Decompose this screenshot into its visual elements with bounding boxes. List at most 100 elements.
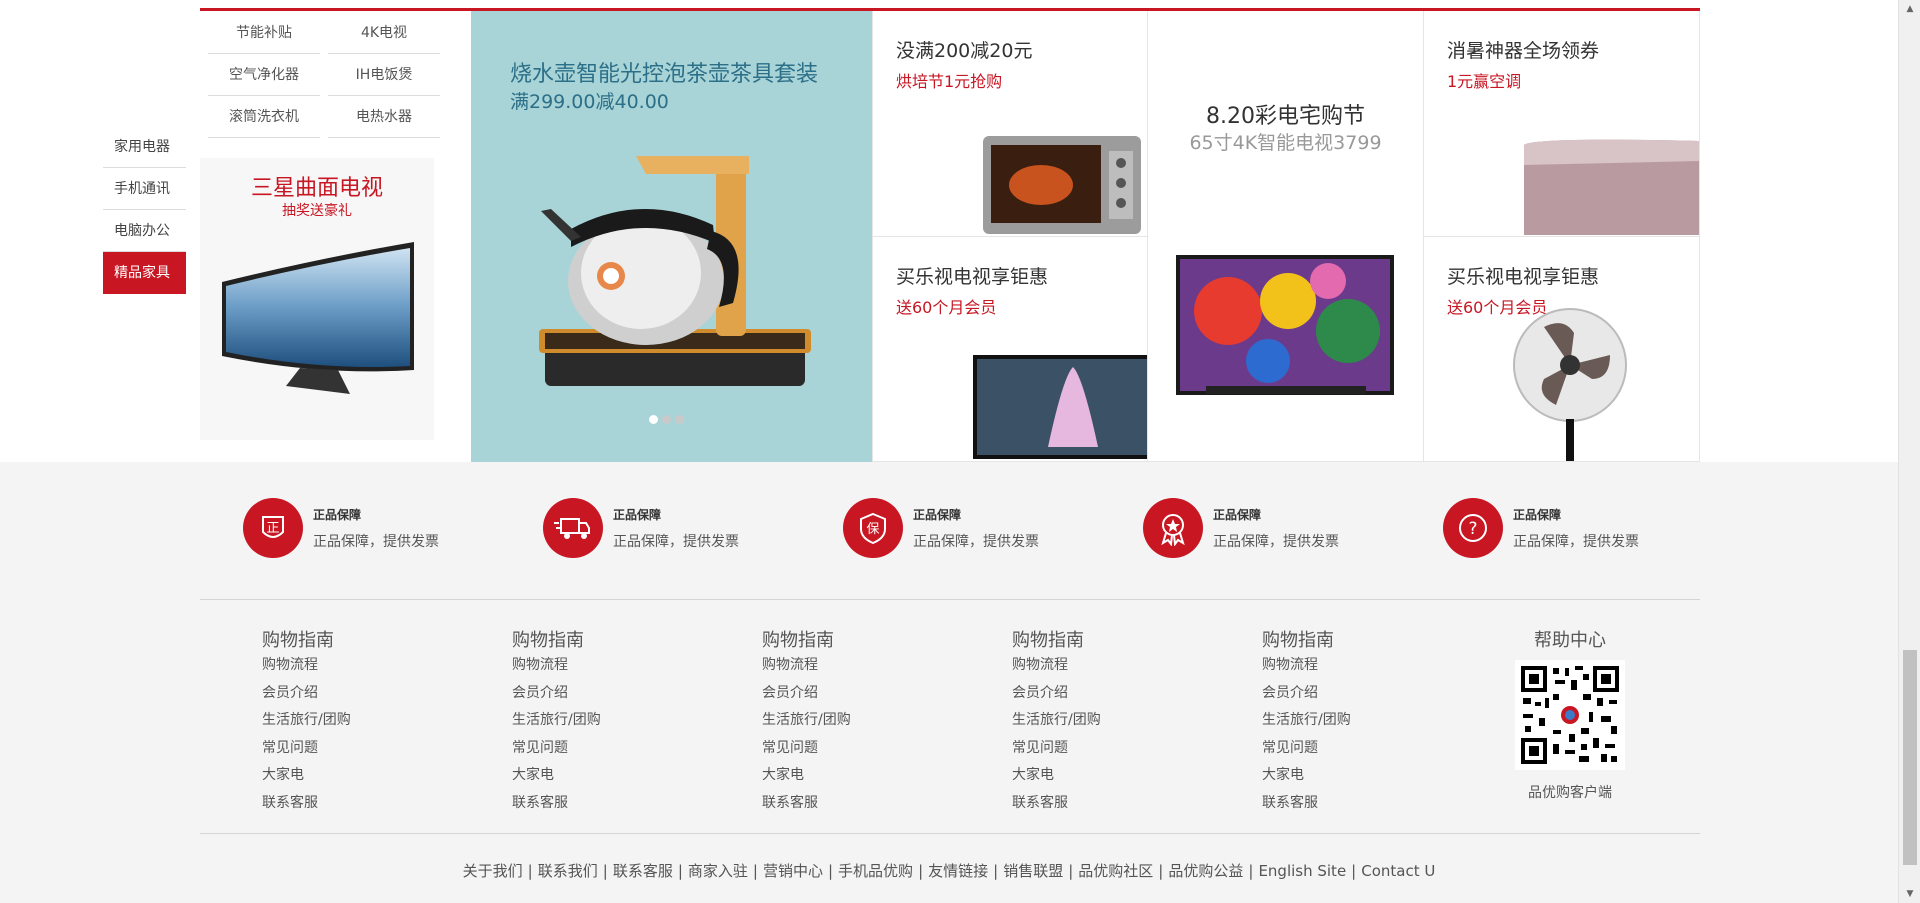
category-link[interactable]: 4K电视 bbox=[328, 12, 440, 54]
bottom-link[interactable]: 品优购公益 bbox=[1168, 862, 1243, 880]
bottom-link[interactable]: 关于我们 bbox=[463, 862, 523, 880]
service-title: 正品保障 bbox=[313, 507, 362, 522]
category-link[interactable]: 电热水器 bbox=[328, 96, 440, 138]
curved-tv-image bbox=[222, 242, 414, 394]
footer-column-title: 购物指南 bbox=[512, 630, 584, 651]
service-desc: 正品保障，提供发票 bbox=[913, 533, 1039, 550]
service-item: 保 正品保障 正品保障，提供发票 bbox=[843, 498, 1039, 558]
help-center-title: 帮助中心 bbox=[1534, 630, 1606, 651]
footer-link[interactable]: 会员介绍 bbox=[512, 680, 712, 708]
bottom-link[interactable]: 品优购社区 bbox=[1078, 862, 1153, 880]
footer-link[interactable]: 购物流程 bbox=[512, 652, 712, 680]
category-link[interactable]: IH电饭煲 bbox=[328, 54, 440, 96]
floor-tabs: 家用电器 手机通讯 电脑办公 精品家具 bbox=[103, 126, 186, 294]
link-separator: | bbox=[1068, 862, 1074, 880]
footer-column-title: 购物指南 bbox=[1012, 630, 1084, 651]
tab-phones[interactable]: 手机通讯 bbox=[103, 168, 186, 210]
service-desc: 正品保障，提供发票 bbox=[1513, 533, 1639, 550]
footer-link[interactable]: 大家电 bbox=[262, 762, 462, 790]
footer-link[interactable]: 购物流程 bbox=[1262, 652, 1462, 680]
bottom-link[interactable]: 销售联盟 bbox=[1003, 862, 1063, 880]
kettle-image bbox=[539, 156, 811, 386]
footer-link[interactable]: 大家电 bbox=[1262, 762, 1462, 790]
question-icon: ? bbox=[1443, 498, 1503, 558]
footer-column: 购物指南 购物流程 会员介绍 生活旅行/团购 常见问题 大家电 联系客服 bbox=[512, 626, 712, 818]
curved-tv-promo[interactable]: 三星曲面电视 抽奖送豪礼 bbox=[200, 158, 434, 440]
service-title: 正品保障 bbox=[613, 507, 662, 522]
footer-link[interactable]: 常见问题 bbox=[1012, 735, 1212, 763]
footer-link[interactable]: 大家电 bbox=[512, 762, 712, 790]
footer-link[interactable]: 会员介绍 bbox=[1262, 680, 1462, 708]
medal-icon bbox=[1143, 498, 1203, 558]
service-item: ? 正品保障 正品保障，提供发票 bbox=[1443, 498, 1639, 558]
app-qr-code[interactable] bbox=[1515, 660, 1625, 770]
bottom-link[interactable]: 商家入驻 bbox=[688, 862, 748, 880]
scroll-down-icon[interactable]: ▼ bbox=[1904, 888, 1916, 900]
bottom-link[interactable]: 友情链接 bbox=[928, 862, 988, 880]
footer-link[interactable]: 常见问题 bbox=[762, 735, 962, 763]
promo-cell-letv-1[interactable]: 买乐视电视享钜惠 送60个月会员 bbox=[872, 237, 1147, 462]
footer-link[interactable]: 购物流程 bbox=[262, 652, 462, 680]
carousel-dot[interactable] bbox=[662, 415, 671, 424]
link-separator: | bbox=[918, 862, 924, 880]
scrollbar-thumb[interactable] bbox=[1903, 650, 1917, 865]
oven-image bbox=[983, 136, 1141, 234]
tab-furniture[interactable]: 精品家具 bbox=[103, 252, 186, 294]
service-desc: 正品保障，提供发票 bbox=[1213, 533, 1339, 550]
footer-link[interactable]: 会员介绍 bbox=[262, 680, 462, 708]
service-title: 正品保障 bbox=[1213, 507, 1262, 522]
scroll-up-icon[interactable]: ▲ bbox=[1904, 3, 1916, 15]
bottom-link[interactable]: Contact U bbox=[1361, 862, 1435, 880]
footer-link[interactable]: 生活旅行/团购 bbox=[512, 707, 712, 735]
footer-link[interactable]: 联系客服 bbox=[1262, 790, 1462, 818]
footer-link[interactable]: 生活旅行/团购 bbox=[262, 707, 462, 735]
footer-link[interactable]: 常见问题 bbox=[512, 735, 712, 763]
footer-link[interactable]: 常见问题 bbox=[1262, 735, 1462, 763]
promo-cell-oven[interactable]: 没满200减20元 烘培节1元抢购 bbox=[872, 11, 1147, 237]
footer-link[interactable]: 生活旅行/团购 bbox=[1012, 707, 1212, 735]
carousel-dot[interactable] bbox=[649, 415, 658, 424]
link-separator: | bbox=[993, 862, 999, 880]
category-link[interactable]: 节能补贴 bbox=[208, 12, 320, 54]
footer-link[interactable]: 购物流程 bbox=[762, 652, 962, 680]
promo-cell-letv-2[interactable]: 买乐视电视享钜惠 送60个月会员 bbox=[1423, 237, 1700, 462]
bottom-link[interactable]: 手机品优购 bbox=[838, 862, 913, 880]
category-link[interactable]: 滚筒洗衣机 bbox=[208, 96, 320, 138]
footer-column: 购物指南 购物流程 会员介绍 生活旅行/团购 常见问题 大家电 联系客服 bbox=[1262, 626, 1462, 818]
carousel-dot[interactable] bbox=[675, 415, 684, 424]
footer-link[interactable]: 大家电 bbox=[762, 762, 962, 790]
vertical-scrollbar[interactable]: ▲ ▼ bbox=[1898, 0, 1920, 903]
link-separator: | bbox=[827, 862, 834, 880]
kettle-banner[interactable]: 烧水壶智能光控泡茶壶茶具套装 满299.00减40.00 bbox=[471, 11, 872, 462]
service-title: 正品保障 bbox=[1513, 507, 1562, 522]
tab-appliances[interactable]: 家用电器 bbox=[103, 126, 186, 168]
footer-link[interactable]: 生活旅行/团购 bbox=[1262, 707, 1462, 735]
footer-link[interactable]: 联系客服 bbox=[762, 790, 962, 818]
footer-divider bbox=[200, 599, 1700, 600]
footer-link[interactable]: 大家电 bbox=[1012, 762, 1212, 790]
link-separator: | bbox=[1158, 862, 1164, 880]
fan-image bbox=[1513, 308, 1627, 461]
footer-divider bbox=[200, 833, 1700, 834]
footer-link[interactable]: 常见问题 bbox=[262, 735, 462, 763]
service-item: 正品保障 正品保障，提供发票 bbox=[543, 498, 739, 558]
promo-cell-tv-festival[interactable]: 8.20彩电宅购节 65寸4K智能电视3799 bbox=[1147, 11, 1423, 462]
footer-link[interactable]: 联系客服 bbox=[262, 790, 462, 818]
footer-link[interactable]: 生活旅行/团购 bbox=[762, 707, 962, 735]
bottom-link[interactable]: 联系我们 bbox=[538, 862, 598, 880]
bottom-link[interactable]: English Site bbox=[1258, 862, 1346, 880]
footer-link[interactable]: 购物流程 bbox=[1012, 652, 1212, 680]
delivery-truck-icon bbox=[543, 498, 603, 558]
footer-link[interactable]: 联系客服 bbox=[512, 790, 712, 818]
bottom-link[interactable]: 营销中心 bbox=[763, 862, 823, 880]
service-desc: 正品保障，提供发票 bbox=[613, 533, 739, 550]
tab-computers[interactable]: 电脑办公 bbox=[103, 210, 186, 252]
category-link[interactable]: 空气净化器 bbox=[208, 54, 320, 96]
footer-link[interactable]: 联系客服 bbox=[1012, 790, 1212, 818]
footer-link[interactable]: 会员介绍 bbox=[1012, 680, 1212, 708]
bottom-link[interactable]: 联系客服 bbox=[613, 862, 673, 880]
zheng-icon: 正 bbox=[243, 498, 303, 558]
footer-link[interactable]: 会员介绍 bbox=[762, 680, 962, 708]
service-title: 正品保障 bbox=[913, 507, 962, 522]
promo-cell-aircon[interactable]: 消暑神器全场领券 1元赢空调 bbox=[1423, 11, 1700, 237]
